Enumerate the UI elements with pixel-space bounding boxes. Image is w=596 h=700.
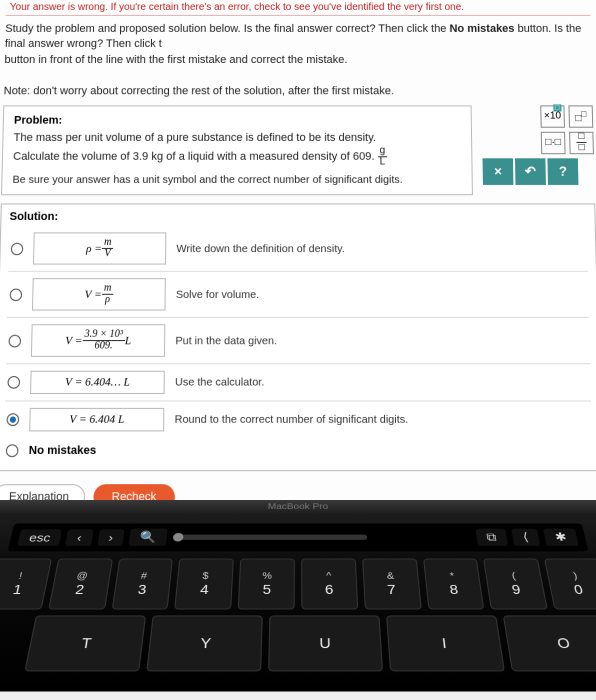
undo-button[interactable]: ↶ — [515, 158, 546, 185]
help-button[interactable]: ? — [547, 158, 578, 185]
touchbar-esc[interactable]: esc — [17, 529, 62, 546]
touchbar-back[interactable]: ‹ — [65, 529, 93, 546]
keyboard-key[interactable]: @2 — [48, 559, 113, 610]
solution-row: ρ = mV Write down the definition of densi… — [8, 227, 588, 273]
solution-row: V = mρ Solve for volume. — [7, 272, 589, 318]
equation-box[interactable]: ρ = mV — [33, 233, 166, 265]
placeholder-button[interactable]: □·□ — [541, 132, 566, 154]
keyboard-key[interactable]: I — [386, 615, 505, 671]
solution-radio[interactable] — [10, 289, 23, 302]
touchbar-star-icon[interactable]: ✱ — [543, 529, 579, 546]
keyboard-key[interactable]: (9 — [483, 559, 548, 610]
problem-line1: The mass per unit volume of a pure subst… — [13, 130, 461, 147]
laptop-body: MacBook Pro esc ‹ › 🔍 ⧉ ⟨ ✱ !1@2#3$4%5^6… — [0, 500, 596, 691]
solution-row: V = 3.9 × 10³609. L Put in the data given… — [6, 318, 590, 364]
equation-box[interactable]: V = 6.404… L — [30, 371, 165, 394]
solution-radio[interactable] — [8, 335, 21, 348]
touchbar-forward[interactable]: › — [97, 529, 125, 546]
page-content: Your answer is wrong. If you're certain … — [0, 0, 596, 536]
step-explanation: Use the calculator. — [175, 376, 589, 389]
step-explanation: Put in the data given. — [175, 335, 587, 348]
equation-box[interactable]: V = mρ — [32, 279, 166, 311]
problem-card: Problem: The mass per unit volume of a p… — [1, 105, 473, 195]
instr-text: button in front of the line with the fir… — [4, 54, 347, 66]
no-mistakes-bold: No mistakes — [449, 23, 514, 35]
equation-box[interactable]: V = 6.404 L — [29, 408, 164, 432]
solution-radio[interactable] — [7, 376, 20, 389]
instr-text: Study the problem and proposed solution … — [5, 23, 449, 35]
no-mistakes-radio[interactable] — [6, 445, 19, 458]
solution-row: V = 6.404… L Use the calculator. — [5, 365, 591, 402]
superscript-button[interactable]: □□ — [568, 105, 593, 127]
solution-heading: Solution: — [9, 211, 586, 223]
step-explanation: Solve for volume. — [176, 289, 587, 302]
equation-box[interactable]: V = 3.9 × 10³609. L — [31, 325, 165, 358]
solution-radio[interactable] — [11, 243, 24, 255]
density-unit-fraction: g L — [378, 147, 388, 168]
sci-notation-button[interactable]: ×10□ — [540, 105, 565, 127]
keyboard-key[interactable]: #3 — [111, 559, 173, 610]
no-mistakes-label: No mistakes — [29, 445, 97, 458]
solution-row: V = 6.404 L Round to the correct number o… — [4, 402, 592, 438]
solution-block: Solution: ρ = mV Write down the definitio… — [0, 204, 596, 472]
keyboard-key[interactable]: Y — [146, 615, 263, 671]
instructions: Study the problem and proposed solution … — [3, 22, 592, 99]
laptop-hinge: MacBook Pro — [0, 500, 596, 515]
keyboard-key[interactable]: %5 — [238, 559, 295, 610]
touchbar-slider[interactable] — [173, 535, 367, 540]
touchbar-copy-icon[interactable]: ⧉ — [475, 529, 508, 546]
problem-heading: Problem: — [14, 114, 461, 126]
instr-note: Note: don't worry about correcting the r… — [4, 85, 395, 97]
keyboard-key[interactable]: *8 — [423, 559, 485, 610]
fraction-button[interactable]: □□ — [569, 132, 594, 154]
macbook-label: MacBook Pro — [268, 502, 329, 511]
touchbar: esc ‹ › 🔍 ⧉ ⟨ ✱ — [8, 523, 589, 551]
keyboard-key[interactable]: O — [503, 615, 596, 671]
keyboard-key[interactable]: $4 — [175, 559, 234, 610]
keyboard-key[interactable]: T — [24, 615, 146, 671]
step-explanation: Write down the definition of density. — [176, 243, 585, 255]
problem-note: Be sure your answer has a unit symbol an… — [12, 174, 461, 186]
keyboard-key[interactable]: )0 — [544, 559, 596, 610]
keyboard-key[interactable]: ^6 — [301, 559, 358, 610]
keyboard-key[interactable]: &7 — [362, 559, 421, 610]
clear-button[interactable]: × — [483, 158, 514, 185]
problem-line2: Calculate the volume of 3.9 kg of a liqu… — [13, 147, 462, 168]
solution-radio[interactable] — [7, 414, 20, 427]
keyboard-key[interactable]: U — [268, 615, 383, 671]
keyboard-key[interactable]: !1 — [0, 559, 52, 610]
tool-panel: ×10□ □□ □·□ □□ × ↶ ? — [482, 105, 595, 185]
step-explanation: Round to the correct number of significa… — [175, 414, 590, 427]
error-banner: Your answer is wrong. If you're certain … — [6, 0, 591, 16]
touchbar-search-icon[interactable]: 🔍 — [128, 529, 168, 546]
touchbar-chevron-icon[interactable]: ⟨ — [511, 529, 540, 546]
